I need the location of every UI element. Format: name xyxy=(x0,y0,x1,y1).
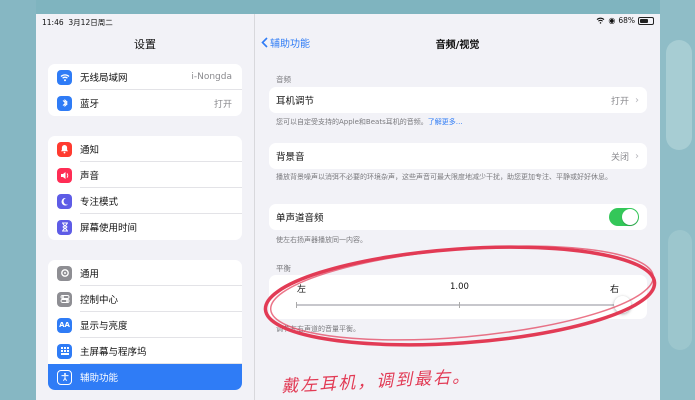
time-text: 11:46 xyxy=(42,18,64,27)
sidebar-item-label: 显示与亮度 xyxy=(80,321,128,332)
battery-percent: 68% xyxy=(618,16,635,25)
section-header-audio: 音频 xyxy=(276,75,291,84)
headphone-accommodations-row[interactable]: 耳机调节 打开 › xyxy=(269,87,647,113)
sidebar-item-label: 屏幕使用时间 xyxy=(80,223,138,234)
status-right: ◉ 68% xyxy=(596,16,654,25)
wifi-icon xyxy=(57,69,72,85)
sidebar-item-focus[interactable]: 专注模式 xyxy=(48,188,242,214)
bell-icon xyxy=(57,141,72,157)
headphone-accommodations-card: 耳机调节 打开 › xyxy=(269,87,647,113)
audio-visual-pane: 辅助功能 音频/视觉 音频 耳机调节 打开 › 您可以自定受支持的Apple和B… xyxy=(255,14,660,400)
row-label: 单声道音频 xyxy=(276,213,324,224)
chevron-right-icon: › xyxy=(635,150,639,162)
section-header-balance: 平衡 xyxy=(276,264,291,273)
sidebar-item-home-screen[interactable]: 主屏幕与程序坞 xyxy=(48,338,242,364)
balance-slider-thumb[interactable] xyxy=(614,296,631,313)
bluetooth-icon xyxy=(57,95,72,111)
sidebar-title: 设置 xyxy=(134,38,156,51)
sidebar-item-wifi[interactable]: 无线局域网 i-Nongda xyxy=(48,64,242,90)
headphone-hint: 您可以自定受支持的Apple和Beats耳机的音频。了解更多… xyxy=(276,117,636,127)
sidebar-item-bluetooth[interactable]: 蓝牙 打开 xyxy=(48,90,242,116)
balance-card: 左 1.00 右 xyxy=(269,275,647,319)
balance-left-label: 左 xyxy=(297,285,307,295)
mono-audio-hint: 使左右扬声器播放同一内容。 xyxy=(276,236,367,244)
status-bar: 11:46 3月12日周二 ◉ 68% xyxy=(36,14,660,30)
balance-right-label: 右 xyxy=(610,285,620,295)
wifi-status-icon xyxy=(596,17,605,24)
sidebar-item-label: 声音 xyxy=(80,171,100,182)
headphones-status-icon: ◉ xyxy=(608,16,616,25)
sidebar-item-sounds[interactable]: 声音 xyxy=(48,162,242,188)
sidebar-item-general[interactable]: 通用 xyxy=(48,260,242,286)
sidebar-group-notifications: 通知 声音 专注模式 屏幕使用时间 xyxy=(48,136,242,240)
date-text: 3月12日周二 xyxy=(68,18,113,27)
wifi-network-value: i-Nongda xyxy=(191,72,232,82)
background-sounds-row[interactable]: 背景音 关闭 › xyxy=(269,143,647,169)
slider-tick xyxy=(296,302,297,308)
sidebar-item-label: 通用 xyxy=(80,269,100,280)
page-title: 音频/视觉 xyxy=(435,40,480,51)
background-sounds-hint: 播放背景噪声以消弭不必要的环境杂声，这些声音可最大限度地减少干扰，助您更加专注、… xyxy=(276,173,612,181)
sidebar-group-general: 通用 控制中心 AA 显示与亮度 主屏幕与程序坞 辅助功能 xyxy=(48,260,242,390)
chevron-right-icon: › xyxy=(635,94,639,106)
sidebar-item-label: 专注模式 xyxy=(80,197,119,208)
sidebar-item-screen-time[interactable]: 屏幕使用时间 xyxy=(48,214,242,240)
row-label: 背景音 xyxy=(276,152,305,163)
background-left xyxy=(0,0,36,400)
sidebar-item-accessibility[interactable]: 辅助功能 xyxy=(48,364,242,390)
speaker-icon xyxy=(57,167,72,183)
sidebar-item-display[interactable]: AA 显示与亮度 xyxy=(48,312,242,338)
sidebar-group-connectivity: 无线局域网 i-Nongda 蓝牙 打开 xyxy=(48,64,242,116)
row-value: 关闭 xyxy=(610,152,629,163)
moon-icon xyxy=(57,193,72,209)
mono-audio-row: 单声道音频 xyxy=(269,204,647,230)
grid-icon xyxy=(57,343,72,359)
settings-sidebar: 设置 无线局域网 i-Nongda 蓝牙 打开 通知 声音 专注模式 屏幕使用时… xyxy=(36,14,255,400)
balance-hint: 调节左右声道的音量平衡。 xyxy=(276,325,360,333)
hourglass-icon xyxy=(57,219,72,235)
hint-text: 您可以自定受支持的Apple和Beats耳机的音频。 xyxy=(276,118,428,126)
learn-more-link[interactable]: 了解更多… xyxy=(428,118,463,126)
sidebar-item-label: 无线局域网 xyxy=(80,73,128,84)
mono-audio-card: 单声道音频 xyxy=(269,204,647,230)
bluetooth-value: 打开 xyxy=(213,99,232,110)
slider-tick xyxy=(459,302,460,308)
gear-icon xyxy=(57,265,72,281)
sidebar-item-label: 主屏幕与程序坞 xyxy=(80,347,147,358)
background-decoration xyxy=(666,40,692,150)
balance-value: 1.00 xyxy=(450,282,469,292)
background-decoration xyxy=(668,230,692,350)
row-label: 耳机调节 xyxy=(276,96,315,107)
status-time: 11:46 3月12日周二 xyxy=(42,17,113,28)
sidebar-item-label: 蓝牙 xyxy=(80,99,100,110)
toggles-icon xyxy=(57,291,72,307)
sidebar-item-label: 辅助功能 xyxy=(80,373,119,384)
background-sounds-card: 背景音 关闭 › xyxy=(269,143,647,169)
accessibility-icon xyxy=(57,369,72,385)
mono-audio-toggle[interactable] xyxy=(609,208,639,226)
ipad-screen: 设置 无线局域网 i-Nongda 蓝牙 打开 通知 声音 专注模式 屏幕使用时… xyxy=(36,14,660,400)
battery-icon xyxy=(638,16,654,25)
sidebar-item-label: 通知 xyxy=(80,145,100,156)
sidebar-item-control-center[interactable]: 控制中心 xyxy=(48,286,242,312)
sidebar-item-notifications[interactable]: 通知 xyxy=(48,136,242,162)
sidebar-item-label: 控制中心 xyxy=(80,295,119,306)
row-value: 打开 xyxy=(610,96,629,107)
aa-icon: AA xyxy=(57,317,72,333)
